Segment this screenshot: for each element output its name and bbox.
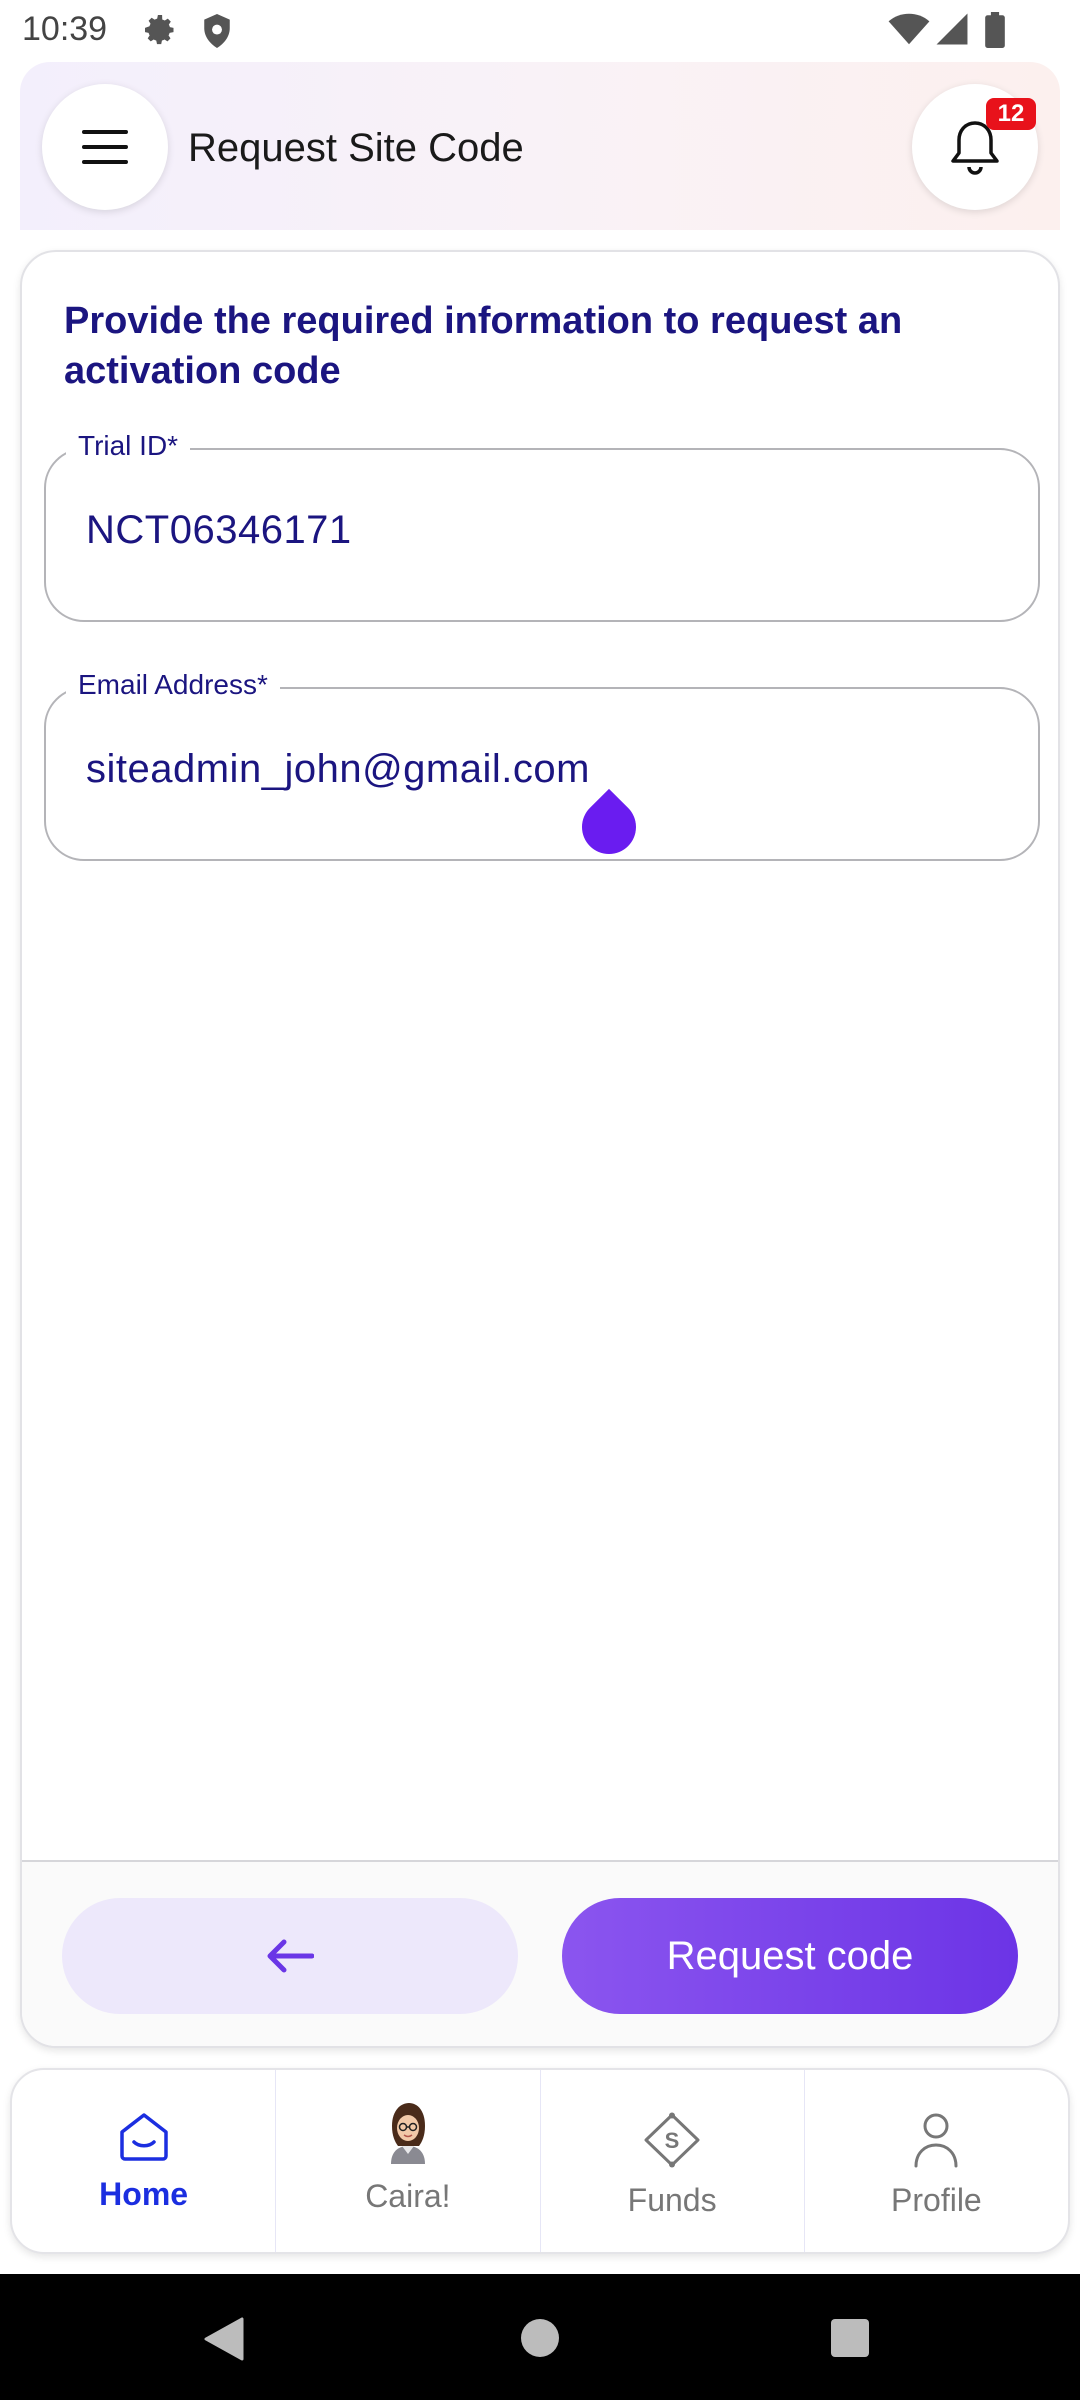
settings-gear-icon [145, 15, 174, 45]
request-form-card: Provide the required information to requ… [20, 250, 1060, 2048]
battery-icon [985, 12, 1005, 48]
assistant-avatar-icon [390, 2103, 425, 2164]
email-field[interactable]: Email Address* siteadmin_john@gmail.com [44, 669, 1040, 861]
svg-text:S: S [665, 2128, 680, 2153]
form-actions: Request code [22, 1860, 1058, 2046]
back-triangle-icon[interactable] [202, 2316, 246, 2362]
arrow-left-icon [267, 1939, 314, 1973]
cell-signal-icon [936, 13, 968, 45]
nav-profile[interactable]: Profile [805, 2070, 1068, 2252]
trial-id-field[interactable]: Trial ID* NCT06346171 [44, 430, 1040, 622]
wifi-icon [888, 13, 930, 45]
nav-home-label: Home [99, 2176, 189, 2212]
hamburger-menu-icon [82, 130, 128, 164]
app-header: Request Site Code 12 [20, 62, 1060, 230]
status-bar: 10:39 [0, 0, 1080, 62]
home-circle-icon[interactable] [520, 2318, 560, 2358]
email-label: Email Address* [66, 669, 280, 701]
funds-icon: S [644, 2112, 700, 2168]
nav-profile-label: Profile [891, 2182, 982, 2218]
recents-square-icon[interactable] [830, 2318, 870, 2358]
notifications-button[interactable]: 12 [912, 84, 1038, 210]
notification-count-badge: 12 [986, 98, 1036, 130]
request-code-button[interactable]: Request code [562, 1898, 1018, 2014]
bottom-nav: Home Caira! S Funds Profile [10, 2068, 1070, 2254]
page-title: Request Site Code [188, 126, 524, 170]
system-nav-bar [0, 2274, 1080, 2400]
form-heading: Provide the required information to requ… [64, 300, 903, 392]
email-value[interactable]: siteadmin_john@gmail.com [86, 747, 590, 792]
trial-id-label: Trial ID* [66, 430, 191, 462]
nav-caira-label: Caira! [365, 2178, 451, 2214]
back-button[interactable] [62, 1898, 518, 2014]
menu-button[interactable] [42, 84, 168, 210]
nav-home[interactable]: Home [12, 2070, 277, 2252]
nav-funds[interactable]: S Funds [541, 2070, 805, 2252]
home-icon [119, 2113, 168, 2161]
shield-icon [204, 14, 230, 48]
profile-icon [914, 2113, 958, 2168]
trial-id-value[interactable]: NCT06346171 [86, 508, 352, 553]
status-time: 10:39 [22, 10, 108, 48]
nav-caira[interactable]: Caira! [276, 2070, 541, 2252]
nav-funds-label: Funds [627, 2182, 717, 2218]
